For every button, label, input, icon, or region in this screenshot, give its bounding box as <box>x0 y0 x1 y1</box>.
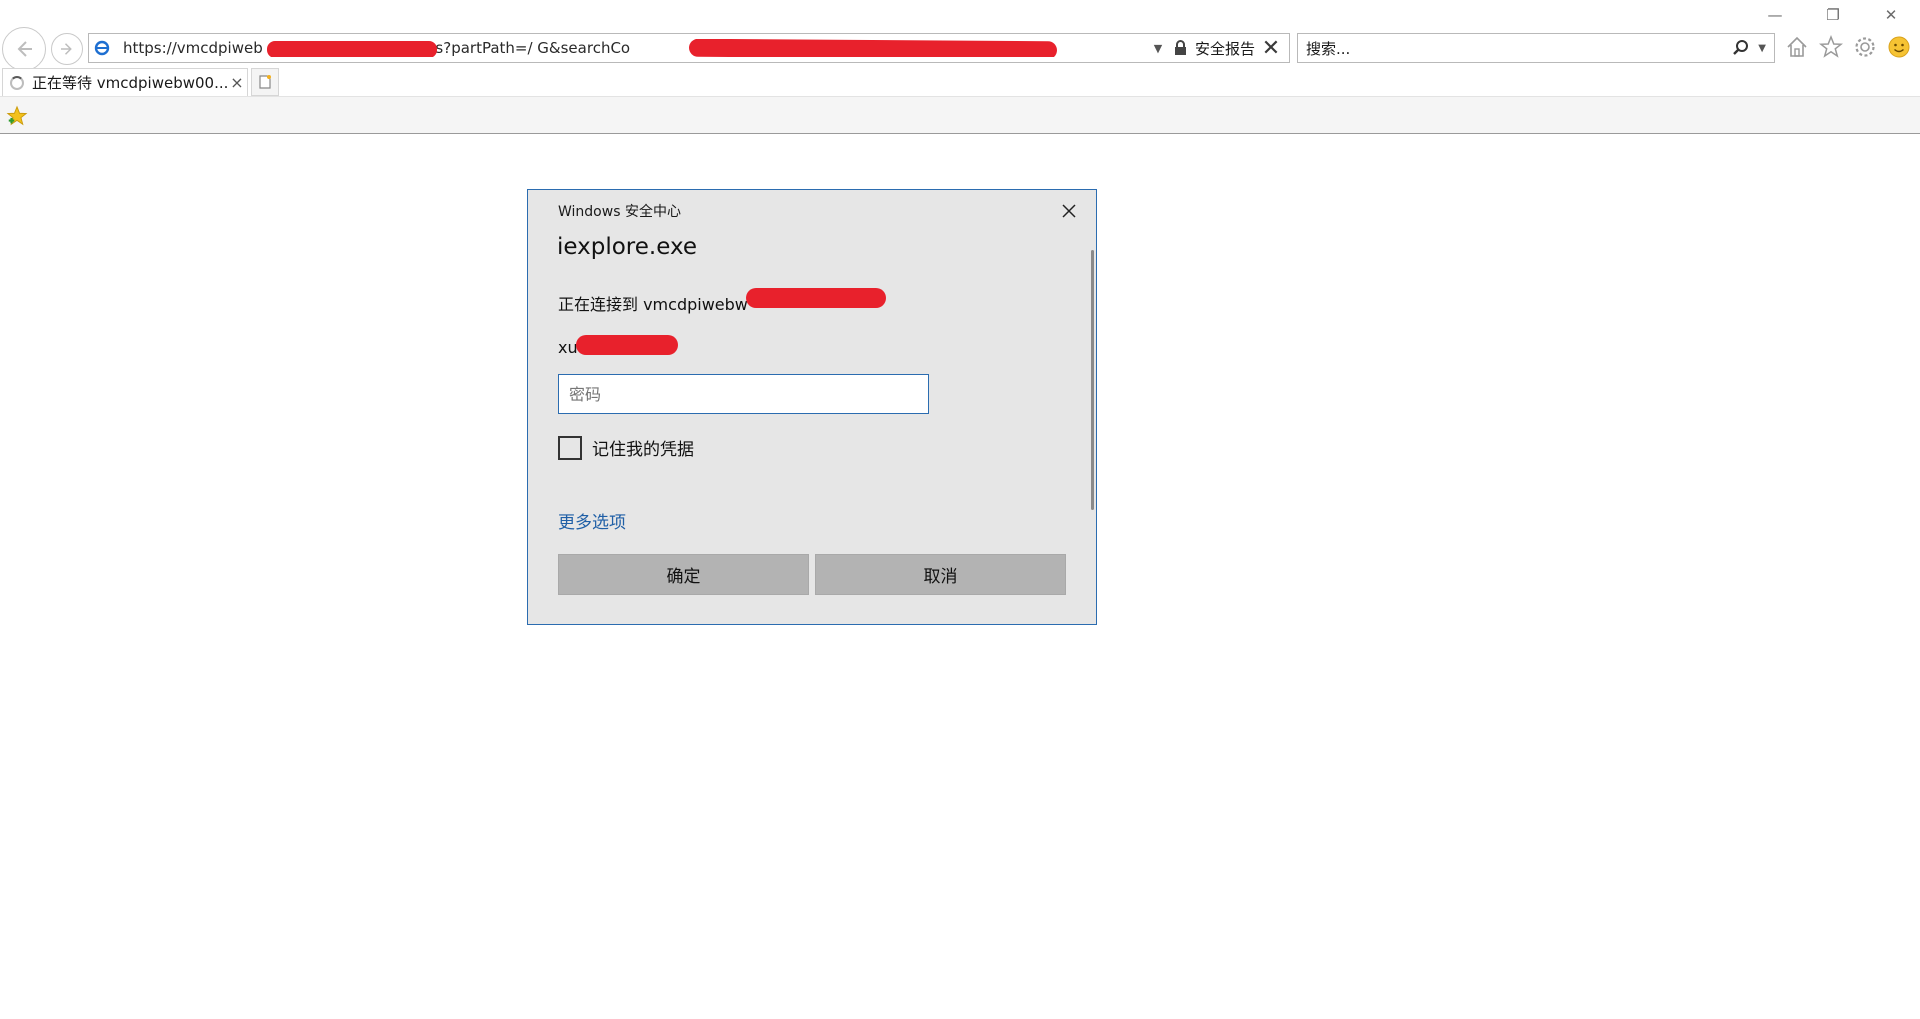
gear-icon[interactable] <box>1853 33 1877 61</box>
browser-tab[interactable]: 正在等待 vmcdpiwebw00... × <box>2 68 248 96</box>
more-options-link[interactable]: 更多选项 <box>558 508 626 533</box>
home-icon[interactable] <box>1785 33 1809 61</box>
address-bar[interactable]: https://vmcdpiweb dataServiceRest/values… <box>88 33 1290 63</box>
favorites-star-icon[interactable] <box>1819 33 1843 61</box>
url-text[interactable]: https://vmcdpiweb dataServiceRest/values… <box>115 39 1147 57</box>
close-icon <box>1062 204 1076 218</box>
dialog-title: Windows 安全中心 <box>558 204 681 220</box>
search-dropdown-icon[interactable]: ▼ <box>1758 43 1766 54</box>
lock-icon[interactable] <box>1169 40 1191 56</box>
search-input[interactable]: 搜索... <box>1306 38 1732 59</box>
redaction-mark <box>688 39 1058 57</box>
ok-button[interactable]: 确定 <box>558 554 809 595</box>
ie-favicon-icon <box>89 40 115 56</box>
redaction-mark <box>576 335 678 355</box>
favorites-bar <box>0 96 1920 134</box>
remember-label: 记住我的凭据 <box>592 440 694 460</box>
stop-icon[interactable]: ✕ <box>1259 36 1283 61</box>
connecting-text-value: 正在连接到 vmcdpiwebw <box>558 295 748 314</box>
search-icon[interactable] <box>1732 39 1750 57</box>
app-name: iexplore.exe <box>557 234 698 260</box>
tab-title: 正在等待 vmcdpiwebw00... <box>32 74 227 92</box>
back-arrow-icon <box>17 41 32 57</box>
new-tab-icon <box>259 75 271 89</box>
new-tab-button[interactable] <box>251 68 279 96</box>
username-value: xu <box>558 338 578 357</box>
loading-spinner-icon <box>10 75 24 90</box>
address-dropdown-icon[interactable]: ▼ <box>1147 42 1169 55</box>
add-favorite-icon[interactable] <box>6 105 28 131</box>
password-field[interactable] <box>558 374 929 414</box>
command-icons <box>1785 33 1911 61</box>
restore-button[interactable]: ❐ <box>1804 0 1862 30</box>
username-text: xu <box>558 335 678 357</box>
credential-dialog: Windows 安全中心 iexplore.exe 正在连接到 vmcdpiwe… <box>527 189 1097 625</box>
redaction-mark <box>746 288 886 308</box>
remember-credentials-checkbox[interactable]: 记住我的凭据 <box>558 435 694 460</box>
forward-arrow-icon <box>61 43 72 55</box>
back-button[interactable] <box>2 27 46 71</box>
connecting-text: 正在连接到 vmcdpiwebw <box>558 288 886 315</box>
security-report-label[interactable]: 安全报告 <box>1191 38 1259 59</box>
tab-close-icon[interactable]: × <box>227 73 247 92</box>
dialog-scrollbar[interactable] <box>1091 250 1094 510</box>
window-caption-buttons: — ❐ ✕ <box>1746 0 1920 30</box>
search-box[interactable]: 搜索... ▼ <box>1297 33 1775 63</box>
cancel-button[interactable]: 取消 <box>815 554 1066 595</box>
minimize-button[interactable]: — <box>1746 0 1804 30</box>
smiley-feedback-icon[interactable] <box>1887 33 1911 61</box>
redaction-mark <box>267 41 437 57</box>
dialog-close-button[interactable] <box>1056 198 1082 224</box>
close-window-button[interactable]: ✕ <box>1862 0 1920 30</box>
forward-button[interactable] <box>51 33 83 65</box>
checkbox-box[interactable] <box>558 435 582 460</box>
